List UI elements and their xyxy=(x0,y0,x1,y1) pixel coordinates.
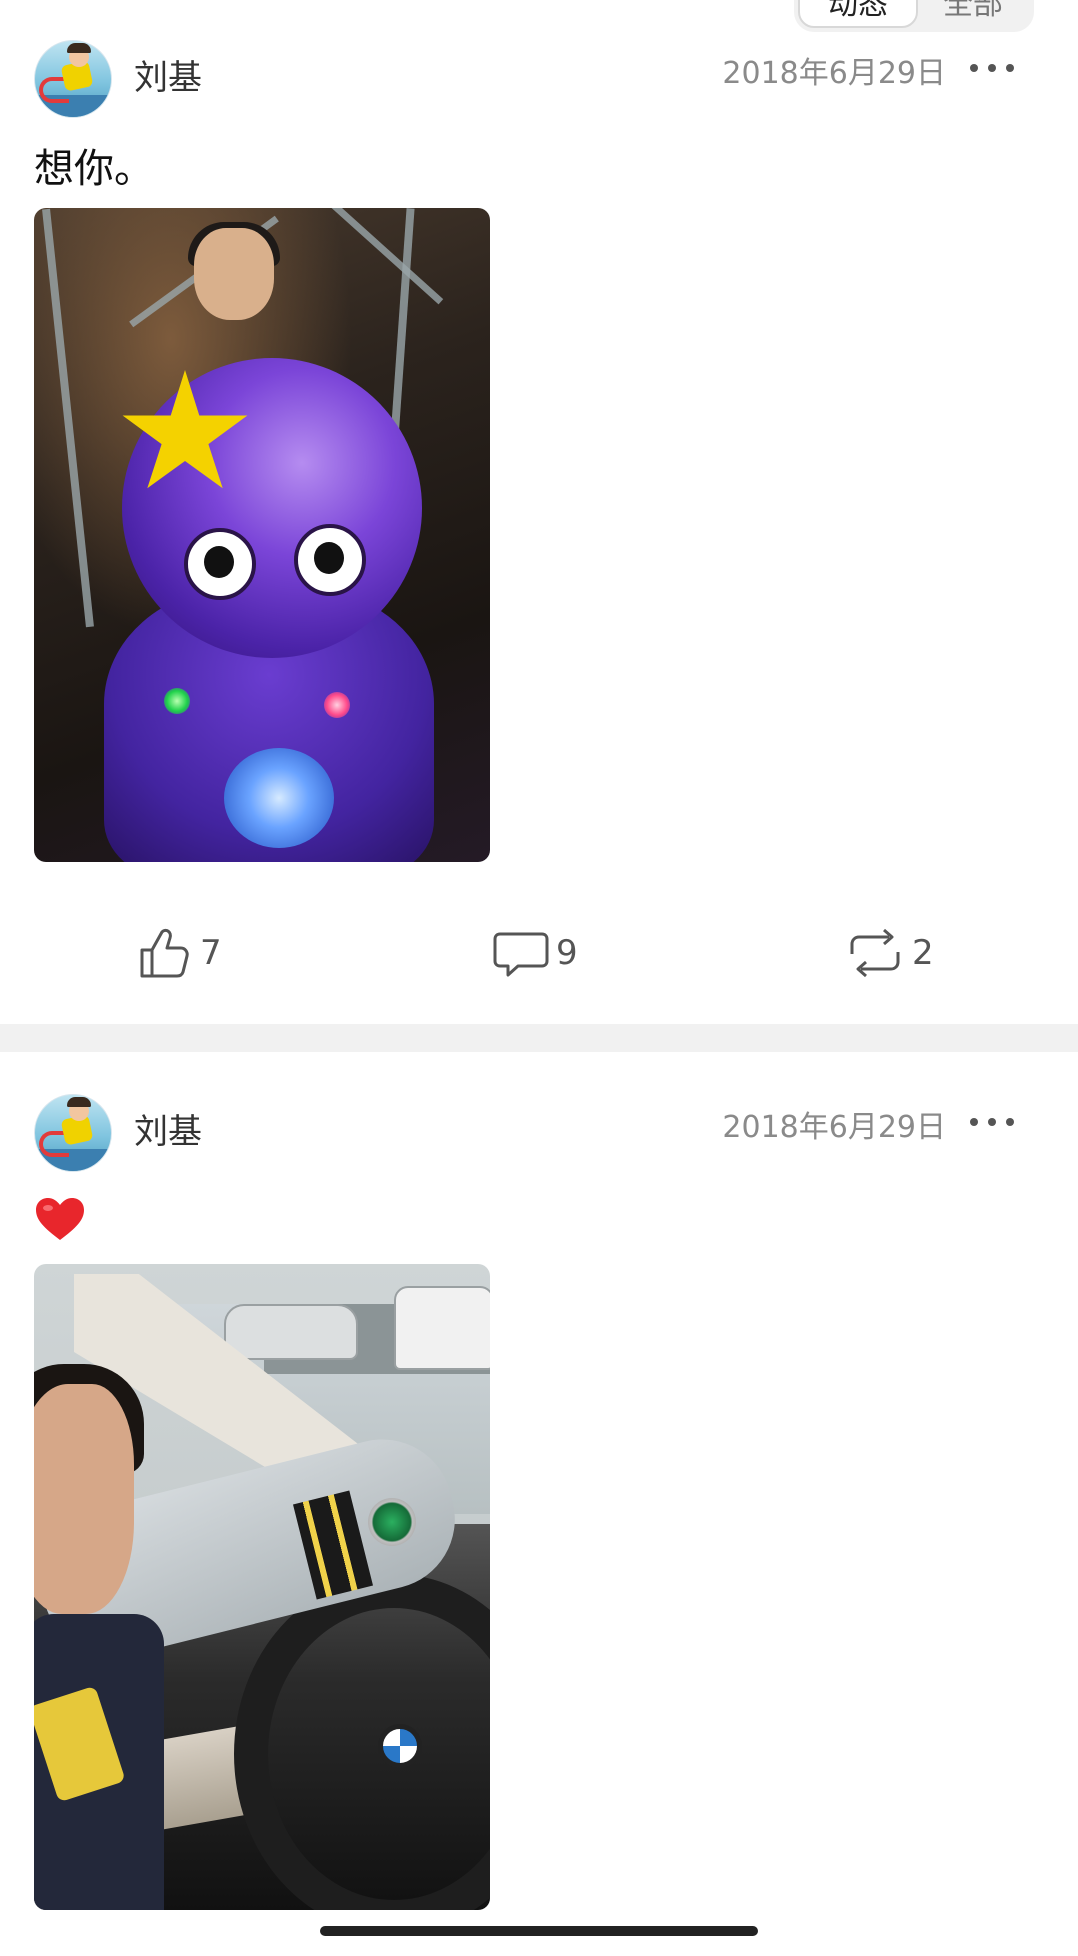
username[interactable]: 刘基 xyxy=(134,50,202,99)
more-icon[interactable] xyxy=(970,1102,1014,1142)
tab-all[interactable]: 全部 xyxy=(918,0,1028,28)
post-actions: 7 9 2 xyxy=(0,918,1078,988)
avatar[interactable] xyxy=(34,40,112,118)
post-header: 刘基 2018年6月29日 xyxy=(34,1094,1044,1172)
post-divider xyxy=(0,1024,1078,1052)
post-text: 想你。 xyxy=(34,146,154,192)
post-date: 2018年6月29日 xyxy=(722,56,946,91)
avatar[interactable] xyxy=(34,1094,112,1172)
feed-filter-segmented-control: 动态 全部 xyxy=(794,0,1034,32)
username[interactable]: 刘基 xyxy=(134,1104,202,1153)
comment-icon xyxy=(493,932,549,977)
thumbs-up-icon xyxy=(140,928,189,978)
comment-count: 9 xyxy=(556,933,578,973)
post-date: 2018年6月29日 xyxy=(722,1110,946,1145)
comment-button[interactable]: 9 xyxy=(492,918,578,988)
tab-dynamic-label: 动态 xyxy=(828,0,888,22)
tab-dynamic[interactable]: 动态 xyxy=(798,0,918,28)
like-count: 7 xyxy=(200,933,222,973)
red-heart-icon xyxy=(36,1198,84,1240)
post-photo[interactable] xyxy=(34,208,490,862)
repost-icon xyxy=(850,928,900,978)
like-button[interactable]: 7 xyxy=(136,918,222,988)
post-photo[interactable] xyxy=(34,1264,490,1910)
home-indicator[interactable] xyxy=(320,1926,758,1936)
repost-button[interactable]: 2 xyxy=(844,918,934,988)
repost-count: 2 xyxy=(912,933,934,973)
post-header: 刘基 2018年6月29日 xyxy=(34,40,1044,118)
tab-all-label: 全部 xyxy=(943,0,1003,22)
more-icon[interactable] xyxy=(970,48,1014,88)
